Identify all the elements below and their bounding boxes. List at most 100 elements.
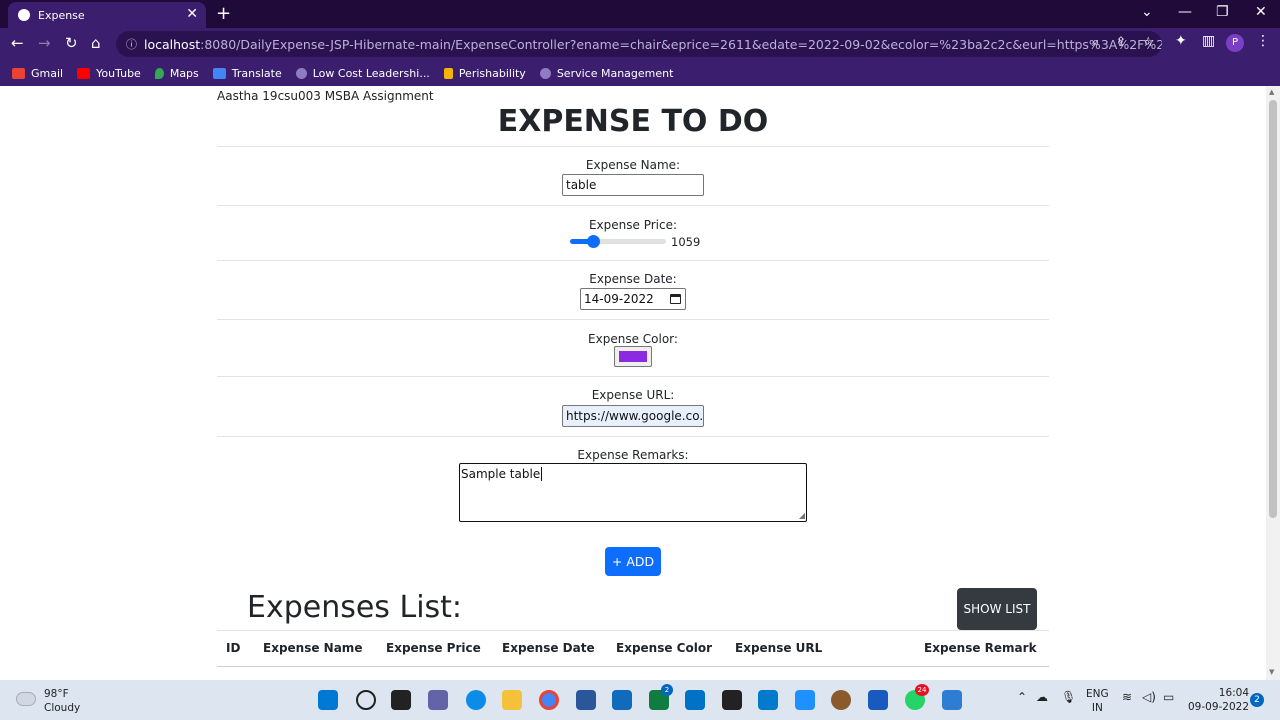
bookmarks-bar: Gmail YouTube Maps Translate Low Cost Le… [0, 60, 1280, 86]
page-icon [443, 67, 453, 79]
side-panel-icon[interactable]: ▥ [1202, 33, 1215, 49]
expense-remarks-label: Expense Remarks: [577, 448, 689, 462]
add-expense-button[interactable]: + ADD [605, 547, 661, 576]
reload-icon[interactable]: ↻ [65, 34, 78, 52]
back-icon[interactable]: ← [11, 34, 24, 52]
text-cursor [541, 467, 543, 481]
table-header-divider [217, 666, 1049, 667]
chrome-icon[interactable] [539, 690, 559, 710]
expense-date-input[interactable]: 14-09-2022 [580, 288, 686, 310]
page-scrollbar[interactable]: ▲ ▼ [1266, 86, 1280, 680]
show-hidden-icons[interactable]: ⌃ [1017, 690, 1027, 704]
maximize-icon[interactable]: ❐ [1216, 4, 1229, 20]
divider [217, 146, 1049, 147]
page-content: Aastha 19csu003 MSBA Assignment EXPENSE … [0, 86, 1266, 680]
column-header-url: Expense URL [735, 641, 823, 655]
wifi-icon[interactable]: ≋ [1122, 690, 1132, 704]
bookmark-perishability[interactable]: Perishability [443, 67, 526, 80]
windows-start-icon[interactable] [318, 690, 338, 710]
tab-strip: Expense ✕ + ⌄ — ❐ ✕ [0, 0, 1280, 28]
forward-icon[interactable]: → [38, 34, 51, 52]
mail-icon[interactable] [685, 690, 705, 710]
new-tab-icon[interactable]: + [216, 3, 231, 24]
app-icon[interactable] [831, 690, 851, 710]
taskbar: 98°F Cloudy 2 24 ⌃ ☁ 🎙 ENG IN ≋ ◁) ▭ 16:… [0, 680, 1280, 720]
bookmark-youtube[interactable]: YouTube [77, 67, 141, 80]
page-icon [539, 67, 551, 79]
divider [217, 205, 1049, 206]
store-icon[interactable] [576, 690, 596, 710]
vscode-icon[interactable] [758, 690, 778, 710]
scroll-down-icon[interactable]: ▼ [1269, 668, 1274, 676]
slider-thumb[interactable] [587, 235, 601, 248]
divider [217, 436, 1049, 437]
search-icon[interactable] [356, 690, 376, 710]
onedrive-icon[interactable]: ☁ [1036, 690, 1048, 704]
column-header-color: Expense Color [616, 641, 712, 655]
battery-icon[interactable]: ▭ [1163, 690, 1174, 704]
bookmark-translate[interactable]: Translate [212, 67, 282, 80]
expenses-list-title: Expenses List: [247, 590, 463, 625]
bookmark-maps[interactable]: Maps [154, 67, 199, 80]
tab-expense[interactable]: Expense ✕ [8, 2, 206, 28]
file-explorer-icon[interactable] [502, 690, 522, 710]
bookmark-star-icon[interactable]: ☆ [1142, 35, 1154, 50]
expense-color-picker[interactable] [614, 346, 652, 367]
app-l-icon[interactable] [612, 690, 632, 710]
menu-icon[interactable]: ⋮ [1256, 33, 1270, 49]
microphone-icon[interactable]: 🎙 [1061, 690, 1076, 704]
scroll-up-icon[interactable]: ▲ [1269, 88, 1274, 96]
browser-toolbar: ← → ↻ ⌂ ⓘ localhost:8080/DailyExpense-JS… [0, 28, 1280, 60]
notification-badge[interactable]: 2 [1250, 693, 1264, 707]
edge-icon[interactable] [466, 690, 486, 710]
temperature: 98°F [44, 688, 69, 700]
weather-widget[interactable]: 98°F Cloudy [16, 688, 80, 714]
tab-search-icon[interactable]: ⌄ [1141, 4, 1153, 20]
bookmark-low-cost[interactable]: Low Cost Leadershi... [295, 67, 430, 80]
language-indicator[interactable]: ENG IN [1086, 688, 1109, 714]
photos-icon[interactable] [942, 690, 962, 710]
clock[interactable]: 16:04 09-09-2022 [1188, 687, 1249, 713]
show-list-button[interactable]: SHOW LIST [957, 588, 1037, 630]
expense-color-label: Expense Color: [588, 332, 678, 346]
zoom-icon[interactable]: ⌕ [1092, 35, 1099, 50]
page-title: EXPENSE TO DO [497, 104, 769, 139]
expense-url-label: Expense URL: [591, 388, 675, 402]
date-value: 14-09-2022 [584, 292, 654, 306]
close-tab-icon[interactable]: ✕ [186, 6, 198, 22]
home-icon[interactable]: ⌂ [91, 34, 101, 52]
datagrip-icon[interactable] [722, 690, 742, 710]
url-host: localhost [144, 36, 201, 52]
expense-remarks-textarea[interactable]: Sample table ◢ [459, 463, 807, 522]
address-bar[interactable]: ⓘ localhost:8080/DailyExpense-JSP-Hibern… [116, 31, 1162, 57]
site-info-icon[interactable]: ⓘ [126, 36, 137, 52]
color-swatch [619, 351, 647, 362]
profile-avatar[interactable]: P [1226, 34, 1244, 52]
word-icon[interactable] [868, 690, 888, 710]
expense-url-input[interactable]: https://www.google.co.in/ [562, 405, 704, 427]
whatsapp-badge: 24 [915, 684, 929, 696]
youtube-icon [77, 67, 91, 79]
calendar-icon[interactable] [670, 294, 681, 304]
column-header-date: Expense Date [502, 641, 595, 655]
author-note: Aastha 19csu003 MSBA Assignment [217, 89, 434, 103]
url-path: :8080/DailyExpense-JSP-Hibernate-main/Ex… [200, 36, 1162, 52]
task-view-icon[interactable] [391, 690, 411, 710]
expense-name-input[interactable]: table [562, 174, 704, 196]
minimize-icon[interactable]: — [1178, 4, 1192, 20]
notepad-icon[interactable] [795, 690, 815, 710]
bookmark-service-management[interactable]: Service Management [539, 67, 673, 80]
share-icon[interactable]: ⇪ [1115, 35, 1126, 50]
expense-price-slider[interactable] [570, 235, 666, 248]
scroll-thumb[interactable] [1269, 100, 1277, 518]
divider [217, 376, 1049, 377]
expense-price-value: 1059 [671, 235, 701, 249]
chat-icon[interactable] [428, 690, 448, 710]
resize-grip-icon[interactable]: ◢ [799, 511, 805, 520]
bookmark-gmail[interactable]: Gmail [12, 67, 63, 80]
maps-icon [154, 67, 164, 79]
close-window-icon[interactable]: ✕ [1255, 4, 1267, 20]
volume-icon[interactable]: ◁) [1142, 690, 1156, 704]
extensions-icon[interactable]: ✦ [1175, 33, 1187, 49]
divider [217, 630, 1049, 631]
